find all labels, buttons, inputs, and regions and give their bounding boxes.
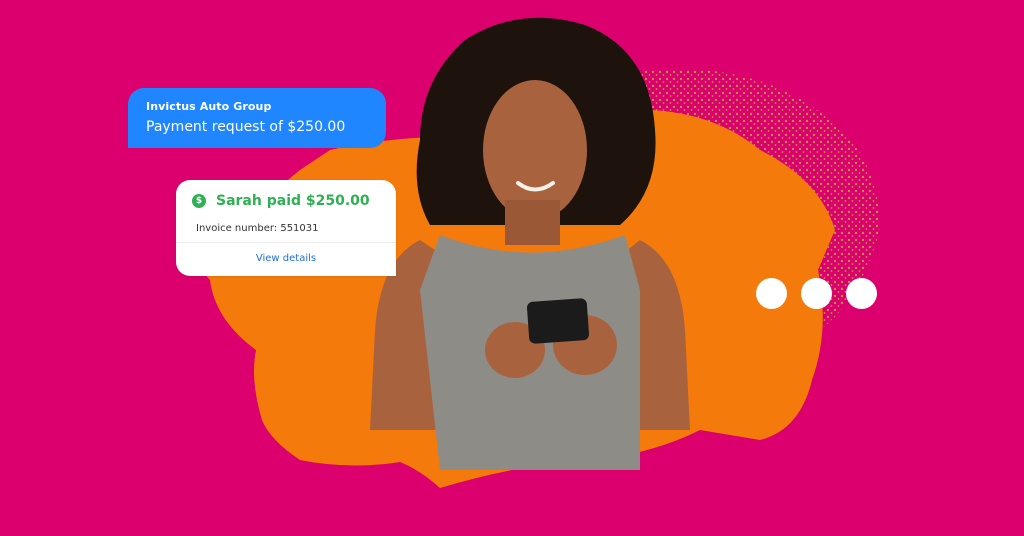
- typing-indicator: [756, 278, 877, 309]
- payment-card-header: $ Sarah paid $250.00: [176, 180, 396, 209]
- message-sender: Invictus Auto Group: [146, 100, 272, 113]
- typing-dot: [801, 278, 832, 309]
- person-illustration: [370, 17, 690, 470]
- view-details-link[interactable]: View details: [176, 243, 396, 264]
- payment-status-title: Sarah paid $250.00: [216, 193, 370, 209]
- payment-request-message: Invictus Auto Group Payment request of $…: [128, 88, 386, 148]
- typing-dot: [846, 278, 877, 309]
- dollar-icon: $: [192, 194, 206, 208]
- payment-notification-card: $ Sarah paid $250.00 Invoice number: 551…: [176, 180, 396, 276]
- background-illustration: [180, 17, 880, 488]
- message-text: Payment request of $250.00: [146, 119, 346, 135]
- typing-dot: [756, 278, 787, 309]
- invoice-number: Invoice number: 551031: [196, 223, 319, 234]
